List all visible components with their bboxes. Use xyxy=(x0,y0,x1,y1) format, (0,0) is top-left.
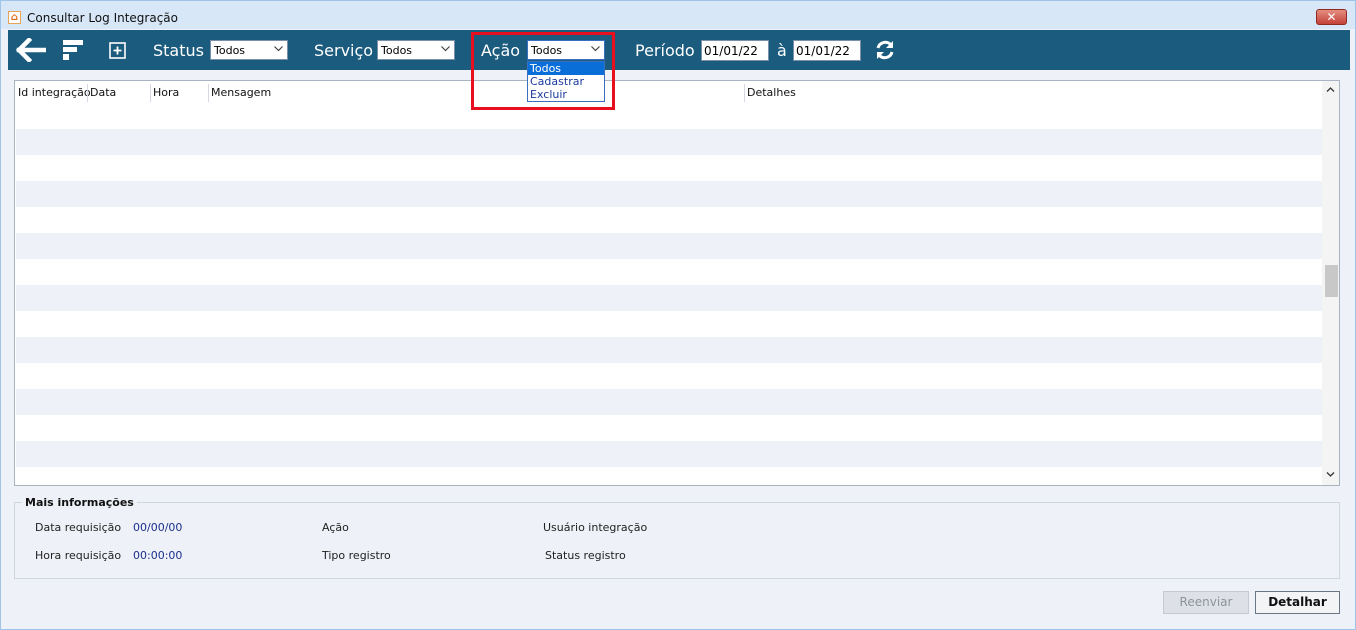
chevron-down-icon xyxy=(441,46,450,52)
log-table: Id integração Data Hora Mensagem Detalhe… xyxy=(14,80,1340,486)
column-header-hora[interactable]: Hora xyxy=(153,86,179,99)
table-row[interactable] xyxy=(16,311,1322,337)
status-label: Status xyxy=(153,41,204,60)
filter-icon[interactable] xyxy=(62,39,84,64)
table-row[interactable] xyxy=(16,363,1322,389)
servico-select-value: Todos xyxy=(381,44,413,57)
table-row[interactable] xyxy=(16,181,1322,207)
table-row[interactable] xyxy=(16,285,1322,311)
hora-requisicao-label: Hora requisição xyxy=(35,549,122,562)
reenviar-button[interactable]: Reenviar xyxy=(1163,591,1249,614)
data-requisicao-value: 00/00/00 xyxy=(133,521,183,534)
scroll-up-icon[interactable] xyxy=(1324,84,1337,97)
title-bar: ⌂ Consultar Log Integração ✕ xyxy=(1,1,1355,29)
status-select[interactable]: Todos xyxy=(210,40,288,60)
table-row[interactable] xyxy=(16,415,1322,441)
scroll-thumb[interactable] xyxy=(1325,265,1338,297)
add-box-icon[interactable] xyxy=(109,42,126,62)
periodo-label: Período xyxy=(635,41,695,60)
usuario-integracao-label: Usuário integração xyxy=(543,521,648,534)
date-separator: à xyxy=(777,41,787,60)
data-requisicao-label: Data requisição xyxy=(35,521,122,534)
main-window: ⌂ Consultar Log Integração ✕ Status Todo… xyxy=(0,0,1356,630)
table-row[interactable] xyxy=(16,129,1322,155)
table-row[interactable] xyxy=(16,103,1322,129)
table-row[interactable] xyxy=(16,337,1322,363)
column-header-data[interactable]: Data xyxy=(90,86,116,99)
date-to-input[interactable]: 01/01/22 xyxy=(793,40,861,61)
window-title: Consultar Log Integração xyxy=(27,11,179,25)
column-header-detalhes[interactable]: Detalhes xyxy=(747,86,796,99)
table-row[interactable] xyxy=(16,233,1322,259)
detalhar-button[interactable]: Detalhar xyxy=(1255,591,1340,614)
table-row[interactable] xyxy=(16,259,1322,285)
more-info-group: Mais informações Data requisição 00/00/0… xyxy=(14,496,1340,579)
column-header-mensagem[interactable]: Mensagem xyxy=(211,86,271,99)
status-select-value: Todos xyxy=(214,44,246,57)
chevron-down-icon xyxy=(274,46,283,52)
table-row[interactable] xyxy=(16,155,1322,181)
hora-requisicao-value: 00:00:00 xyxy=(133,549,183,562)
servico-select[interactable]: Todos xyxy=(377,40,455,60)
table-row[interactable] xyxy=(16,389,1322,415)
tipo-registro-label: Tipo registro xyxy=(322,549,391,562)
back-arrow-icon[interactable] xyxy=(15,36,47,65)
close-icon: ✕ xyxy=(1326,10,1337,24)
close-button[interactable]: ✕ xyxy=(1316,9,1347,25)
highlight-annotation xyxy=(471,32,615,110)
servico-label: Serviço xyxy=(314,41,374,60)
app-icon: ⌂ xyxy=(8,11,21,24)
more-info-title: Mais informações xyxy=(22,496,137,509)
status-registro-label: Status registro xyxy=(545,549,626,562)
toolbar: Status Todos Serviço Todos Ação Todos Pe… xyxy=(8,30,1350,70)
refresh-icon[interactable] xyxy=(874,39,896,64)
acao-info-label: Ação xyxy=(322,521,349,534)
vertical-scrollbar[interactable] xyxy=(1322,81,1339,485)
scroll-down-icon[interactable] xyxy=(1324,469,1337,482)
table-row[interactable] xyxy=(16,441,1322,467)
table-row[interactable] xyxy=(16,207,1322,233)
column-header-id[interactable]: Id integração xyxy=(18,86,91,99)
table-header: Id integração Data Hora Mensagem Detalhe… xyxy=(15,81,1321,105)
date-from-input[interactable]: 01/01/22 xyxy=(701,40,769,61)
